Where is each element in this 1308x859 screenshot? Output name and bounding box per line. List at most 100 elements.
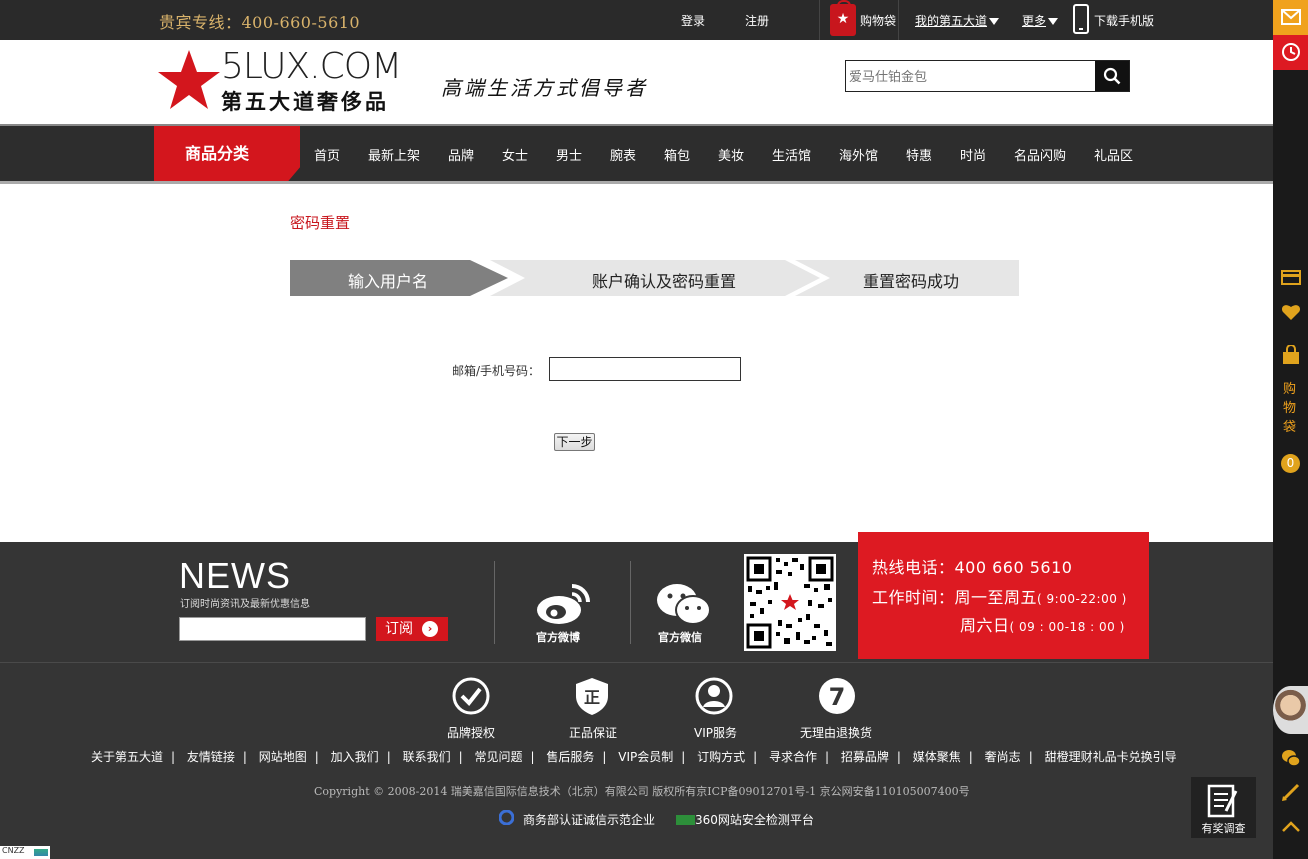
svg-text:7: 7 bbox=[829, 683, 846, 711]
vip-user-icon bbox=[695, 677, 733, 715]
arrow-right-icon: › bbox=[422, 621, 438, 637]
customer-service-avatar[interactable] bbox=[1273, 686, 1308, 734]
nav-item-women[interactable]: 女士 bbox=[502, 145, 528, 164]
cnzz-flag-icon bbox=[34, 849, 48, 856]
weibo-icon[interactable] bbox=[534, 580, 592, 626]
email-phone-input[interactable] bbox=[549, 357, 741, 381]
nav-item-fashion[interactable]: 时尚 bbox=[960, 145, 986, 164]
card-icon[interactable] bbox=[1281, 267, 1301, 287]
nav-item-beauty[interactable]: 美妆 bbox=[718, 145, 744, 164]
svg-text:正: 正 bbox=[584, 688, 600, 707]
slogan: 高端生活方式倡导者 bbox=[441, 76, 648, 100]
logo-wordmark: 5LUX.COM bbox=[221, 46, 402, 87]
cnzz-label: CNZZ bbox=[2, 846, 25, 855]
more-label: 更多 bbox=[1022, 14, 1047, 28]
cart-count-badge: 0 bbox=[1281, 454, 1300, 473]
cnzz-badge[interactable]: CNZZ bbox=[0, 846, 50, 859]
step-3: 重置密码成功 bbox=[863, 272, 960, 291]
step-1-active: 输入用户名 bbox=[348, 272, 429, 291]
message-button[interactable] bbox=[1273, 0, 1308, 35]
survey-button[interactable]: 有奖调查 bbox=[1191, 777, 1256, 838]
cart-link[interactable]: ★ 购物袋 bbox=[819, 0, 899, 40]
survey-label: 有奖调查 bbox=[1201, 822, 1246, 835]
download-app-link[interactable]: 下载手机版 bbox=[1094, 12, 1154, 29]
footer-link-giftcard[interactable]: 甜橙理财礼品卡兑换引导 bbox=[1045, 750, 1177, 764]
back-to-top-icon[interactable] bbox=[1281, 817, 1301, 837]
nav-item-men[interactable]: 男士 bbox=[556, 145, 582, 164]
hotline-panel: 热线电话：400 660 5610 工作时间：周一至周五( 9:00-22:00… bbox=[858, 532, 1149, 659]
footer-link-cooperation[interactable]: 寻求合作 bbox=[769, 750, 817, 764]
shopping-bag-icon: ★ bbox=[830, 0, 856, 36]
right-sidebar: 购物袋 0 bbox=[1273, 0, 1308, 859]
worktime-weekend-hours: ( 09 : 00-18 : 00 ) bbox=[1009, 620, 1125, 634]
footer-link-contact[interactable]: 联系我们 bbox=[403, 750, 451, 764]
mail-icon bbox=[1281, 9, 1301, 25]
shopping-bag-icon[interactable] bbox=[1281, 345, 1301, 365]
footer-link-recruit-brands[interactable]: 招募品牌 bbox=[841, 750, 889, 764]
mofcom-certification-link[interactable]: 商务部认证诚信示范企业 bbox=[499, 811, 655, 828]
my-account-menu[interactable]: 我的第五大道 bbox=[915, 12, 1000, 29]
newsletter-email-input[interactable] bbox=[179, 617, 366, 641]
step-2: 账户确认及密码重置 bbox=[592, 272, 737, 291]
worktime-weekday-label: 工作时间：周一至周五 bbox=[872, 588, 1038, 607]
nav-item-new[interactable]: 最新上架 bbox=[368, 145, 420, 164]
footer-link-vip[interactable]: VIP会员制 bbox=[618, 750, 673, 764]
chat-icon[interactable] bbox=[1281, 748, 1301, 768]
footer-link-magazine[interactable]: 奢尚志 bbox=[985, 750, 1021, 764]
login-link[interactable]: 登录 bbox=[681, 12, 705, 29]
service-returns: 无理由退换货 bbox=[800, 726, 873, 740]
mobile-phone-icon bbox=[1073, 4, 1089, 34]
footer-link-sitemap[interactable]: 网站地图 bbox=[259, 750, 307, 764]
next-step-button[interactable]: 下一步 bbox=[554, 433, 595, 451]
footer-link-ordering[interactable]: 订购方式 bbox=[697, 750, 745, 764]
seven-day-return-icon: 7 bbox=[819, 678, 855, 714]
nav-item-flash-sale[interactable]: 名品闪购 bbox=[1014, 145, 1066, 164]
wechat-icon[interactable] bbox=[656, 582, 712, 626]
footer-divider bbox=[0, 662, 1273, 663]
news-title: NEWS bbox=[179, 555, 291, 596]
nav-item-brands[interactable]: 品牌 bbox=[448, 145, 474, 164]
footer-links: 关于第五大道 | 友情链接 | 网站地图 | 加入我们 | 联系我们 | 常见问题 | 售后… bbox=[91, 750, 1177, 764]
footer-link-friends[interactable]: 友情链接 bbox=[187, 750, 235, 764]
nav-item-bags[interactable]: 箱包 bbox=[664, 145, 690, 164]
footer-link-faq[interactable]: 常见问题 bbox=[474, 750, 522, 764]
divider bbox=[630, 561, 631, 644]
page-title: 密码重置 bbox=[290, 214, 351, 232]
news-subtitle: 订阅时尚资讯及最新优惠信息 bbox=[180, 599, 310, 610]
hotline-phone: 热线电话：400 660 5610 bbox=[872, 558, 1073, 577]
subscribe-button[interactable]: 订阅 › bbox=[376, 617, 448, 641]
search-button[interactable] bbox=[1095, 61, 1129, 91]
progress-steps: 输入用户名 账户确认及密码重置 重置密码成功 bbox=[290, 260, 1019, 296]
nav-item-overseas[interactable]: 海外馆 bbox=[839, 145, 878, 164]
nav-item-sale[interactable]: 特惠 bbox=[906, 145, 932, 164]
worktime-weekend-label: 周六日 bbox=[960, 616, 1010, 635]
service-genuine: 正品保证 bbox=[569, 726, 618, 740]
search-box bbox=[845, 60, 1130, 92]
footer: NEWS 订阅时尚资讯及最新优惠信息 订阅 › 官方微博 官方微信 热线电话：4… bbox=[0, 532, 1273, 859]
history-button[interactable] bbox=[1273, 35, 1308, 70]
chevron-down-icon bbox=[1048, 18, 1059, 25]
survey-notepad-icon bbox=[1207, 784, 1238, 818]
footer-link-aftersales[interactable]: 售后服务 bbox=[546, 750, 594, 764]
nav-item-lifestyle[interactable]: 生活馆 bbox=[772, 145, 811, 164]
nav-item-gifts[interactable]: 礼品区 bbox=[1094, 145, 1133, 164]
footer-link-join[interactable]: 加入我们 bbox=[331, 750, 379, 764]
nav-item-watches[interactable]: 腕表 bbox=[610, 145, 636, 164]
more-menu[interactable]: 更多 bbox=[1022, 12, 1059, 29]
category-menu[interactable]: 商品分类 bbox=[154, 126, 300, 181]
footer-link-media[interactable]: 媒体聚焦 bbox=[913, 750, 961, 764]
my-account-label: 我的第五大道 bbox=[915, 14, 988, 28]
logo-star-icon bbox=[158, 50, 220, 109]
sidebar-cart-label[interactable]: 购物袋 bbox=[1283, 380, 1297, 437]
360-security-link[interactable]: 360网站安全检测平台 bbox=[676, 811, 814, 828]
edit-pencil-icon[interactable] bbox=[1281, 782, 1301, 802]
footer-link-about[interactable]: 关于第五大道 bbox=[91, 750, 163, 764]
nav-item-home[interactable]: 首页 bbox=[314, 145, 340, 164]
wechat-label: 官方微信 bbox=[658, 631, 702, 644]
search-icon bbox=[1103, 67, 1121, 85]
search-input[interactable] bbox=[847, 62, 1095, 90]
heart-icon[interactable] bbox=[1281, 302, 1301, 322]
register-link[interactable]: 注册 bbox=[745, 12, 769, 29]
brand-authorized-icon bbox=[452, 677, 490, 715]
site-logo[interactable]: 5LUX.COM 第五大道奢侈品 bbox=[157, 46, 417, 114]
